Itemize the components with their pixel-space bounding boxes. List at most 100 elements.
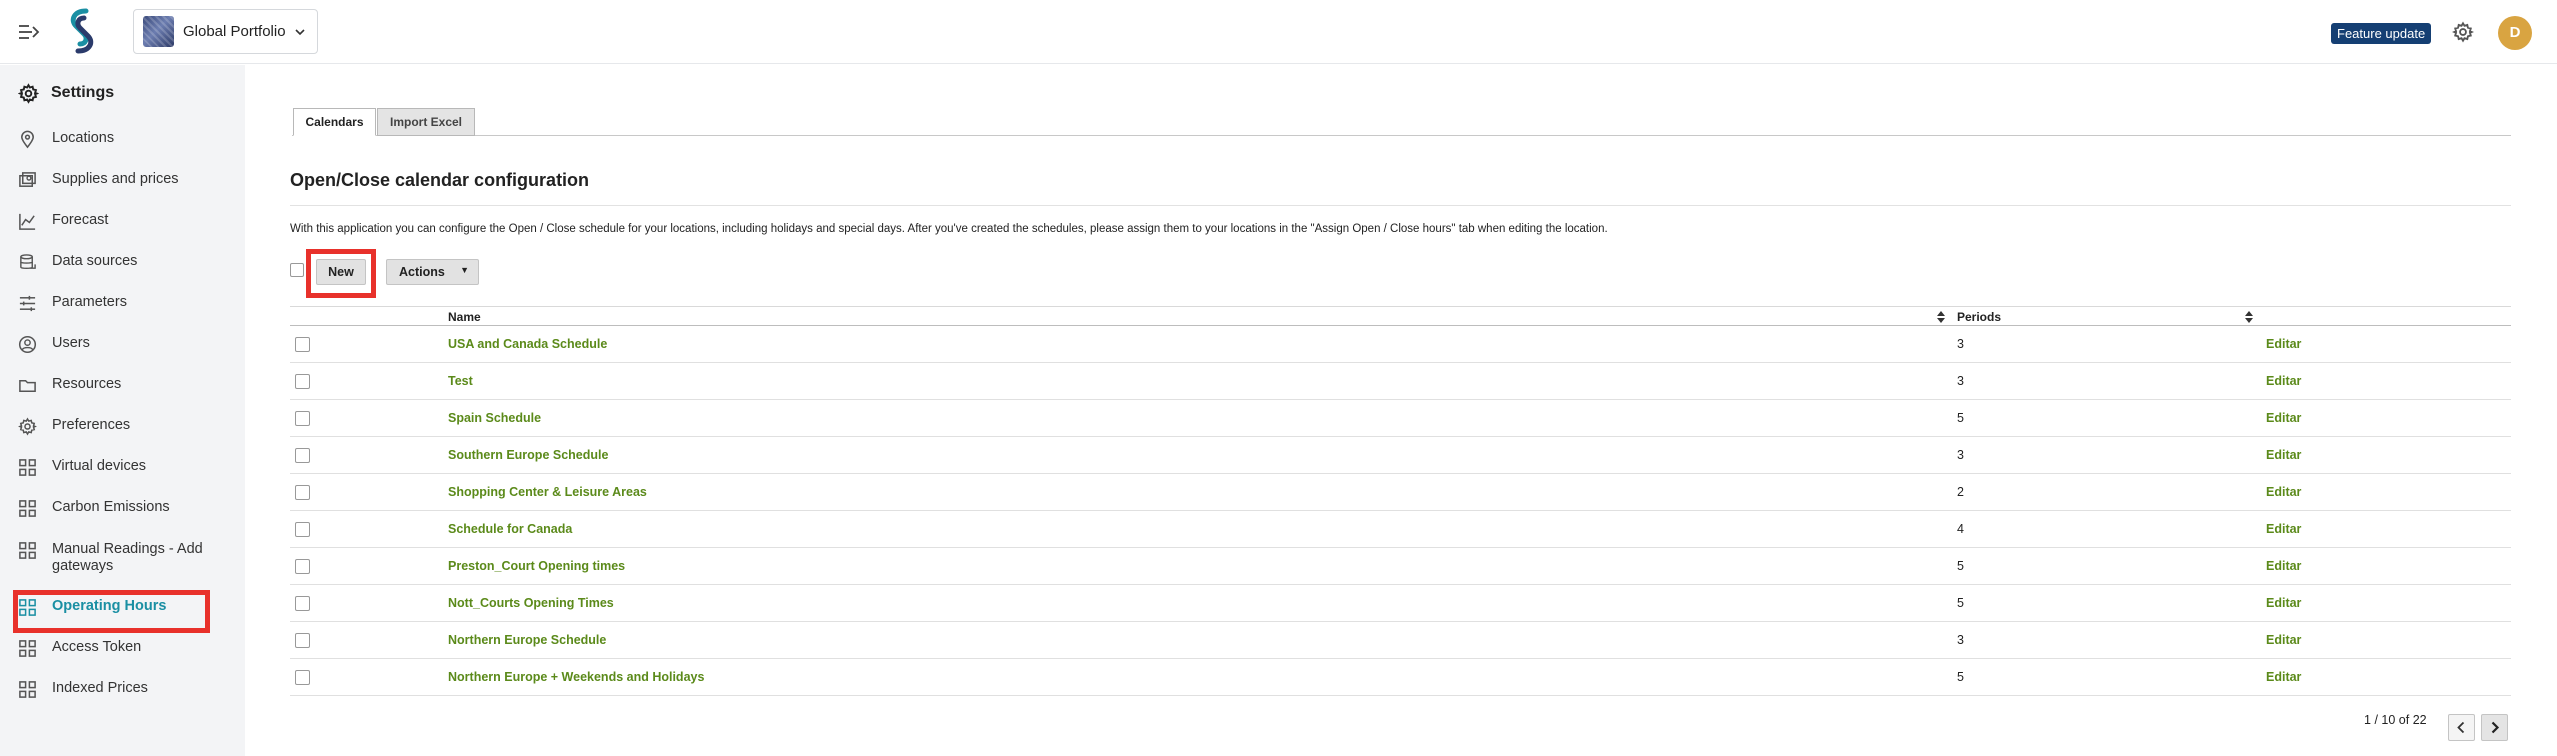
periods-value: 3: [1957, 448, 1964, 462]
sidebar-item-label: Manual Readings - Add gateways: [52, 541, 203, 574]
schedule-name-link[interactable]: Preston_Court Opening times: [448, 559, 625, 573]
edit-link[interactable]: Editar: [2266, 596, 2301, 610]
sort-icon[interactable]: [1937, 311, 1945, 323]
row-checkbox[interactable]: [295, 485, 310, 500]
sidebar-item-virtual-devices[interactable]: Virtual devices: [18, 458, 238, 477]
actions-label: Actions: [399, 265, 445, 279]
periods-value: 5: [1957, 411, 1964, 425]
sidebar-item-supplies[interactable]: Supplies and prices: [18, 171, 238, 190]
table-row: Preston_Court Opening times 5 Editar: [290, 548, 2511, 585]
edit-link[interactable]: Editar: [2266, 411, 2301, 425]
new-button[interactable]: New: [316, 259, 366, 285]
sidebar-title-text: Settings: [51, 84, 115, 101]
periods-value: 2: [1957, 485, 1964, 499]
table-row: Nott_Courts Opening Times 5 Editar: [290, 585, 2511, 622]
tab-bar: Calendars Import Excel: [292, 108, 2511, 136]
user-avatar[interactable]: D: [2498, 16, 2532, 50]
row-checkbox[interactable]: [295, 670, 310, 685]
schedule-name-link[interactable]: Schedule for Canada: [448, 522, 572, 536]
row-checkbox[interactable]: [295, 411, 310, 426]
gear-icon[interactable]: [2452, 21, 2474, 43]
row-checkbox[interactable]: [295, 337, 310, 352]
calendars-table: Name Periods USA and Canada Schedule 3 Edi…: [290, 306, 2511, 696]
row-checkbox[interactable]: [295, 596, 310, 611]
sidebar-item-locations[interactable]: Locations: [18, 130, 238, 149]
table-row: USA and Canada Schedule 3 Editar: [290, 326, 2511, 363]
sidebar-item-manual-readings[interactable]: Manual Readings - Add gateways: [18, 541, 238, 575]
edit-link[interactable]: Editar: [2266, 337, 2301, 351]
edit-link[interactable]: Editar: [2266, 448, 2301, 462]
grid-icon: [19, 640, 36, 657]
location-pin-icon: [21, 130, 34, 149]
schedule-name-link[interactable]: Nott_Courts Opening Times: [448, 596, 614, 610]
row-checkbox[interactable]: [295, 522, 310, 537]
gear-icon: [18, 82, 39, 104]
pagination-current: 1: [2364, 713, 2371, 727]
schedule-name-link[interactable]: Northern Europe Schedule: [448, 633, 606, 647]
pagination-separator: /: [2374, 713, 2378, 727]
sidebar-item-users[interactable]: Users: [18, 335, 238, 354]
sidebar-item-indexed-prices[interactable]: Indexed Prices: [18, 680, 238, 699]
sidebar-item-preferences[interactable]: Preferences: [18, 417, 238, 436]
grid-icon: [19, 500, 36, 517]
previous-page-button[interactable]: [2448, 714, 2475, 741]
feature-update-badge[interactable]: Feature update: [2331, 23, 2432, 44]
select-all-checkbox[interactable]: [290, 263, 304, 277]
periods-value: 3: [1957, 374, 1964, 388]
sidebar-item-parameters[interactable]: Parameters: [18, 294, 238, 313]
gear-icon: [18, 417, 37, 436]
schedule-name-link[interactable]: USA and Canada Schedule: [448, 337, 607, 351]
schedule-name-link[interactable]: Test: [448, 374, 473, 388]
portfolio-selector[interactable]: Global Portfolio: [133, 9, 318, 54]
table-row: Spain Schedule 5 Editar: [290, 400, 2511, 437]
pagination-status: 1 / 10 of 22: [2364, 713, 2427, 727]
column-header-name[interactable]: Name: [448, 310, 481, 324]
edit-link[interactable]: Editar: [2266, 485, 2301, 499]
sidebar-item-resources[interactable]: Resources: [18, 376, 238, 395]
database-icon: [20, 254, 36, 270]
tab-import-excel[interactable]: Import Excel: [377, 108, 475, 136]
table-body: USA and Canada Schedule 3 Editar Test 3 Edita…: [290, 326, 2511, 696]
schedule-name-link[interactable]: Shopping Center & Leisure Areas: [448, 485, 647, 499]
sidebar-item-label: Resources: [52, 376, 122, 392]
row-checkbox[interactable]: [295, 559, 310, 574]
sidebar-item-label: Parameters: [52, 294, 127, 310]
row-checkbox[interactable]: [295, 448, 310, 463]
table-row: Northern Europe Schedule 3 Editar: [290, 622, 2511, 659]
edit-link[interactable]: Editar: [2266, 559, 2301, 573]
sidebar-item-data-sources[interactable]: Data sources: [18, 253, 238, 272]
next-page-button[interactable]: [2481, 714, 2508, 741]
sidebar-item-label: Indexed Prices: [52, 680, 148, 696]
logo-icon[interactable]: [60, 8, 104, 54]
sidebar-item-label: Carbon Emissions: [52, 499, 170, 515]
sort-icon[interactable]: [2245, 311, 2253, 323]
row-checkbox[interactable]: [295, 633, 310, 648]
sidebar-item-label: Preferences: [52, 417, 131, 433]
schedule-name-link[interactable]: Spain Schedule: [448, 411, 541, 425]
sidebar-item-label: Virtual devices: [52, 458, 147, 474]
table-row: Schedule for Canada 4 Editar: [290, 511, 2511, 548]
periods-value: 3: [1957, 633, 1964, 647]
sliders-icon: [19, 295, 36, 312]
schedule-name-link[interactable]: Northern Europe + Weekends and Holidays: [448, 670, 704, 684]
chevron-down-icon: [294, 28, 305, 35]
edit-link[interactable]: Editar: [2266, 374, 2301, 388]
sidebar-item-forecast[interactable]: Forecast: [18, 212, 238, 231]
actions-dropdown[interactable]: Actions ▼: [386, 259, 479, 285]
table-header: Name Periods: [290, 306, 2511, 326]
column-header-periods[interactable]: Periods: [1957, 310, 2001, 324]
menu-expand-icon[interactable]: [18, 22, 40, 42]
grid-icon: [19, 459, 36, 476]
pagination-of: of: [2398, 713, 2410, 727]
edit-link[interactable]: Editar: [2266, 522, 2301, 536]
periods-value: 4: [1957, 522, 1964, 536]
edit-link[interactable]: Editar: [2266, 633, 2301, 647]
folder-icon: [19, 379, 36, 392]
sidebar-item-access-token[interactable]: Access Token: [18, 639, 238, 658]
schedule-name-link[interactable]: Southern Europe Schedule: [448, 448, 608, 462]
edit-link[interactable]: Editar: [2266, 670, 2301, 684]
tab-calendars[interactable]: Calendars: [293, 108, 376, 136]
row-checkbox[interactable]: [295, 374, 310, 389]
sidebar-title: Settings: [18, 81, 114, 105]
sidebar-item-carbon-emissions[interactable]: Carbon Emissions: [18, 499, 238, 518]
